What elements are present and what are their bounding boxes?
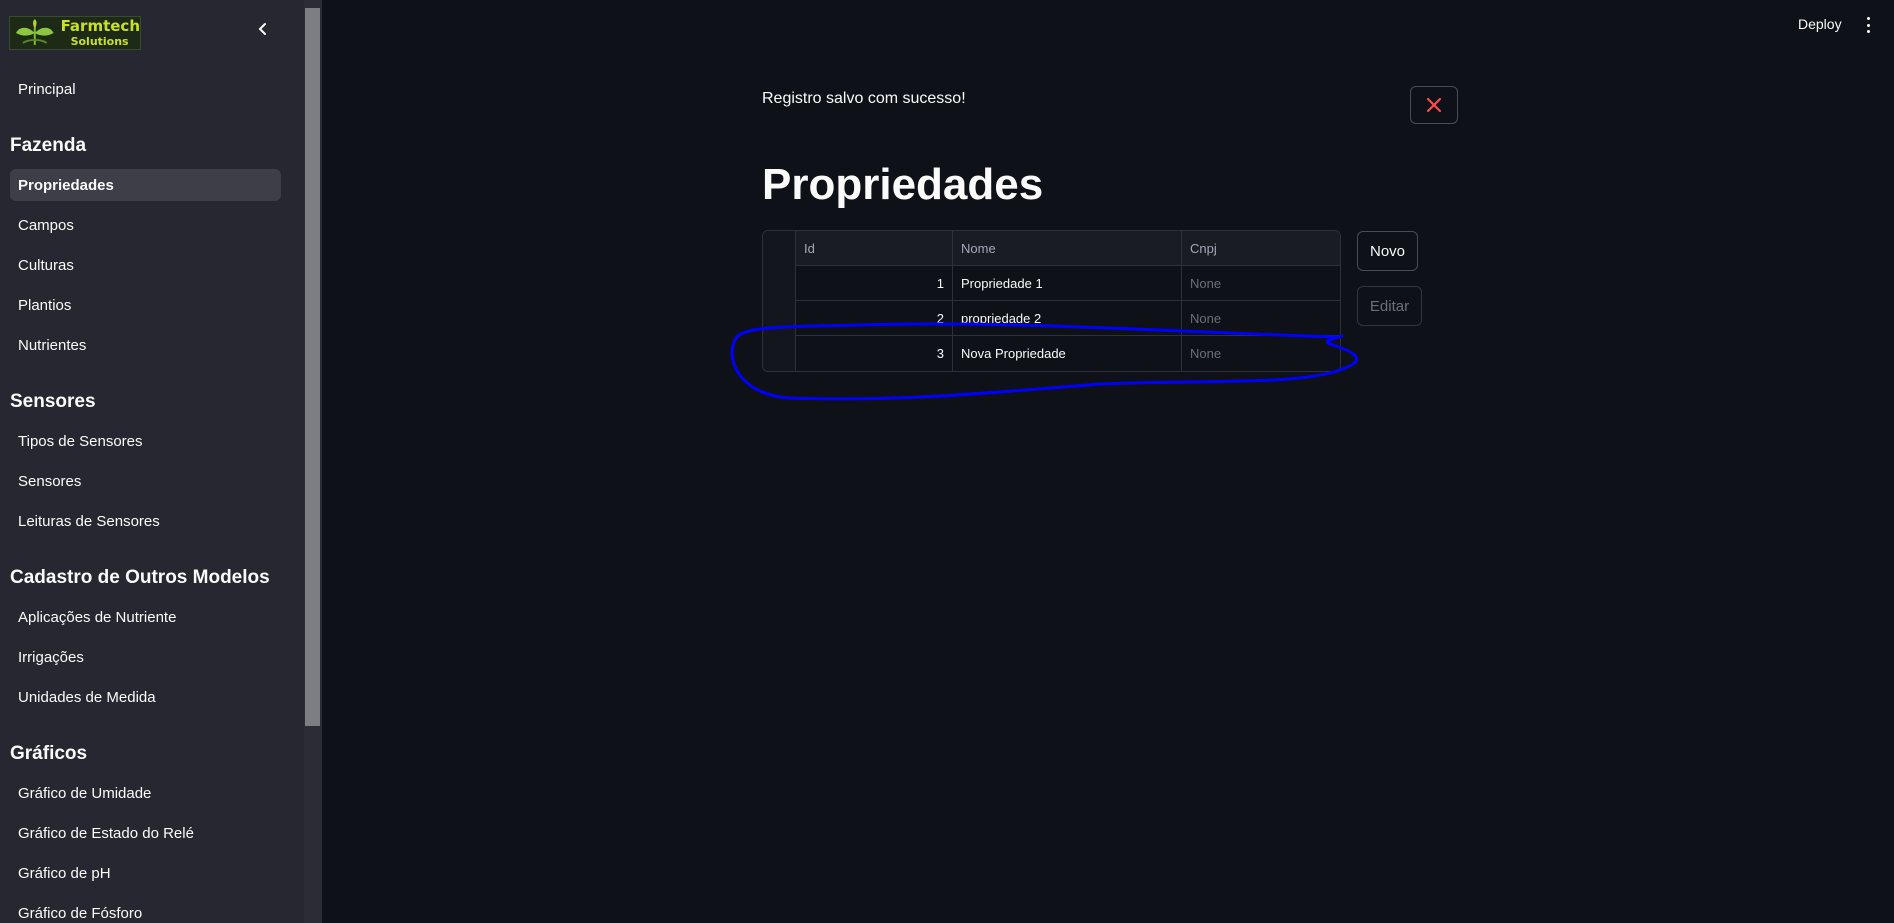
row-index-header bbox=[763, 231, 796, 266]
row-index-cell[interactable] bbox=[763, 336, 796, 371]
table-header-row: Id Nome Cnpj bbox=[763, 231, 1340, 266]
cell-cnpj[interactable]: None bbox=[1182, 336, 1340, 371]
sidebar-item-principal[interactable]: Principal bbox=[10, 73, 281, 105]
sidebar-item-leituras-de-sensores[interactable]: Leituras de Sensores bbox=[10, 505, 281, 537]
leaf-logo-icon bbox=[15, 19, 54, 45]
sidebar: Farmtech Solutions Principal Fazenda Pro… bbox=[0, 0, 322, 923]
properties-table[interactable]: Id Nome Cnpj 1 Propriedade 1 None 2 prop… bbox=[762, 230, 1341, 372]
main-menu-button[interactable] bbox=[1862, 15, 1874, 35]
sidebar-item-irrigacoes[interactable]: Irrigações bbox=[10, 641, 281, 673]
brand-title: Farmtech bbox=[60, 17, 140, 35]
table-row[interactable]: 1 Propriedade 1 None bbox=[763, 266, 1340, 301]
cell-nome[interactable]: Propriedade 1 bbox=[953, 266, 1182, 301]
sidebar-item-tipos-de-sensores[interactable]: Tipos de Sensores bbox=[10, 425, 281, 457]
column-header-id[interactable]: Id bbox=[796, 231, 953, 266]
sidebar-item-propriedades[interactable]: Propriedades bbox=[10, 169, 281, 201]
collapse-sidebar-button[interactable] bbox=[252, 18, 274, 40]
success-message: Registro salvo com sucesso! bbox=[762, 90, 966, 107]
sidebar-item-grafico-umidade[interactable]: Gráfico de Umidade bbox=[10, 777, 281, 809]
row-index-cell[interactable] bbox=[763, 301, 796, 336]
close-icon bbox=[1426, 97, 1442, 113]
sidebar-section-cadastro: Cadastro de Outros Modelos bbox=[10, 567, 270, 588]
sidebar-item-unidades-de-medida[interactable]: Unidades de Medida bbox=[10, 681, 281, 713]
cell-id[interactable]: 2 bbox=[796, 301, 953, 336]
sidebar-item-culturas[interactable]: Culturas bbox=[10, 249, 281, 281]
sidebar-item-grafico-rele[interactable]: Gráfico de Estado do Relé bbox=[10, 817, 281, 849]
sidebar-item-nutrientes[interactable]: Nutrientes bbox=[10, 329, 281, 361]
sidebar-section-graficos: Gráficos bbox=[10, 743, 88, 764]
brand-subtitle: Solutions bbox=[70, 35, 129, 48]
sidebar-scrollbar-thumb[interactable] bbox=[305, 8, 320, 726]
sidebar-item-grafico-ph[interactable]: Gráfico de pH bbox=[10, 857, 281, 889]
column-header-nome[interactable]: Nome bbox=[953, 231, 1182, 266]
cell-id[interactable]: 3 bbox=[796, 336, 953, 371]
page-title: Propriedades bbox=[762, 160, 1044, 209]
cell-nome[interactable]: Nova Propriedade bbox=[953, 336, 1182, 371]
cell-cnpj[interactable]: None bbox=[1182, 301, 1340, 336]
row-index-cell[interactable] bbox=[763, 266, 796, 301]
close-message-button[interactable] bbox=[1410, 86, 1458, 124]
chevron-left-icon bbox=[258, 23, 266, 35]
sidebar-item-aplicacoes-de-nutriente[interactable]: Aplicações de Nutriente bbox=[10, 601, 281, 633]
new-button[interactable]: Novo bbox=[1357, 231, 1418, 271]
column-header-cnpj[interactable]: Cnpj bbox=[1182, 231, 1340, 266]
cell-cnpj[interactable]: None bbox=[1182, 266, 1340, 301]
deploy-button[interactable]: Deploy bbox=[1798, 16, 1842, 32]
cell-id[interactable]: 1 bbox=[796, 266, 953, 301]
cell-nome[interactable]: propriedade 2 bbox=[953, 301, 1182, 336]
table-row[interactable]: 3 Nova Propriedade None bbox=[763, 336, 1340, 371]
kebab-menu-icon bbox=[1866, 17, 1870, 20]
sidebar-item-campos[interactable]: Campos bbox=[10, 209, 281, 241]
sidebar-item-sensores[interactable]: Sensores bbox=[10, 465, 281, 497]
sidebar-item-grafico-fosforo[interactable]: Gráfico de Fósforo bbox=[10, 897, 281, 923]
sidebar-item-plantios[interactable]: Plantios bbox=[10, 289, 281, 321]
brand-logo[interactable]: Farmtech Solutions bbox=[9, 16, 141, 50]
sidebar-section-sensores: Sensores bbox=[10, 391, 96, 412]
sidebar-section-fazenda: Fazenda bbox=[10, 135, 87, 156]
table-row[interactable]: 2 propriedade 2 None bbox=[763, 301, 1340, 336]
edit-button[interactable]: Editar bbox=[1357, 286, 1422, 326]
